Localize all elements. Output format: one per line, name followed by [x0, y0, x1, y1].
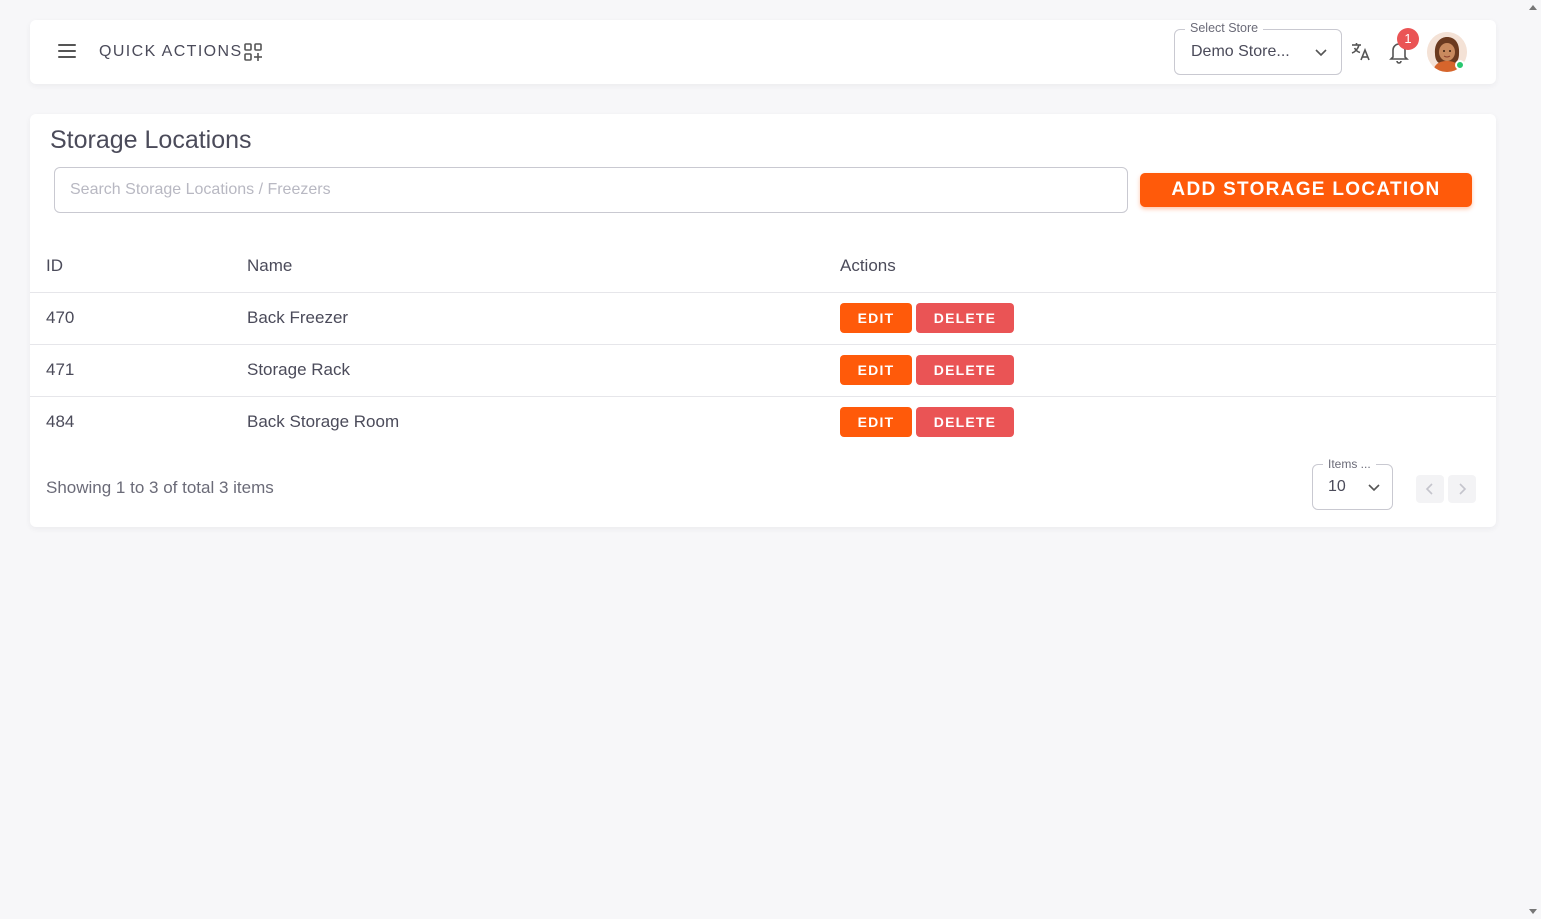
edit-button[interactable]: EDIT: [840, 303, 912, 333]
cell-id: 484: [46, 412, 75, 432]
quick-actions-label[interactable]: QUICK ACTIONS: [99, 43, 243, 61]
chevron-down-icon: [1368, 484, 1380, 492]
menu-icon[interactable]: [56, 40, 78, 64]
online-status-dot: [1455, 60, 1465, 70]
page-scrollbar[interactable]: [1526, 0, 1541, 919]
items-per-page-select[interactable]: Items ... 10: [1312, 457, 1393, 510]
search-input[interactable]: [54, 167, 1128, 213]
edit-button[interactable]: EDIT: [840, 407, 912, 438]
chevron-left-icon: [1425, 483, 1433, 495]
cell-name: Back Freezer: [247, 292, 840, 345]
translate-icon[interactable]: [1350, 40, 1372, 62]
cell-actions: EDIT DELETE: [840, 344, 1496, 397]
cell-actions: EDIT DELETE: [840, 292, 1496, 345]
store-select[interactable]: Select Store Demo Store...: [1174, 21, 1342, 75]
pagination-summary: Showing 1 to 3 of total 3 items: [46, 478, 274, 497]
delete-button[interactable]: DELETE: [916, 407, 1014, 438]
top-navbar: QUICK ACTIONS Select Store Demo Store...…: [30, 20, 1496, 84]
store-select-legend: Select Store: [1185, 21, 1264, 35]
notification-badge: 1: [1397, 28, 1419, 50]
storage-locations-card: Storage Locations ADD STORAGE LOCATION I…: [30, 114, 1496, 527]
column-header-actions: Actions: [840, 240, 1496, 293]
column-header-name[interactable]: Name: [247, 240, 840, 293]
chevron-right-icon: [1459, 483, 1467, 495]
column-header-id[interactable]: ID: [30, 240, 247, 293]
cell-name: Storage Rack: [247, 344, 840, 397]
table-row: 484 Back Storage Room EDIT DELETE: [30, 396, 1496, 448]
next-page-button[interactable]: [1448, 475, 1476, 503]
cell-actions: EDIT DELETE: [840, 396, 1496, 448]
delete-button[interactable]: DELETE: [916, 355, 1014, 385]
chevron-down-icon: [1315, 49, 1327, 57]
table-row: 470 Back Freezer EDIT DELETE: [30, 292, 1496, 345]
cell-id: 471: [30, 344, 247, 397]
page-title: Storage Locations: [50, 126, 252, 154]
delete-button[interactable]: DELETE: [916, 303, 1014, 333]
store-select-value: Demo Store...: [1191, 43, 1290, 60]
cell-id: 470: [30, 292, 247, 345]
quick-actions-grid-icon[interactable]: [243, 42, 263, 62]
cell-name: Back Storage Room: [247, 412, 400, 432]
items-per-page-legend: Items ...: [1323, 457, 1376, 471]
previous-page-button[interactable]: [1416, 475, 1444, 503]
table-row: 471 Storage Rack EDIT DELETE: [30, 344, 1496, 397]
storage-locations-table: ID Name Actions 470 Back Freezer EDIT DEL…: [30, 240, 1496, 448]
scroll-up-arrow[interactable]: [1529, 5, 1537, 10]
items-per-page-value: 10: [1328, 478, 1346, 495]
add-storage-location-button[interactable]: ADD STORAGE LOCATION: [1140, 173, 1472, 207]
table-header-row: ID Name Actions: [30, 240, 1496, 293]
scroll-down-arrow[interactable]: [1529, 909, 1537, 914]
edit-button[interactable]: EDIT: [840, 355, 912, 385]
